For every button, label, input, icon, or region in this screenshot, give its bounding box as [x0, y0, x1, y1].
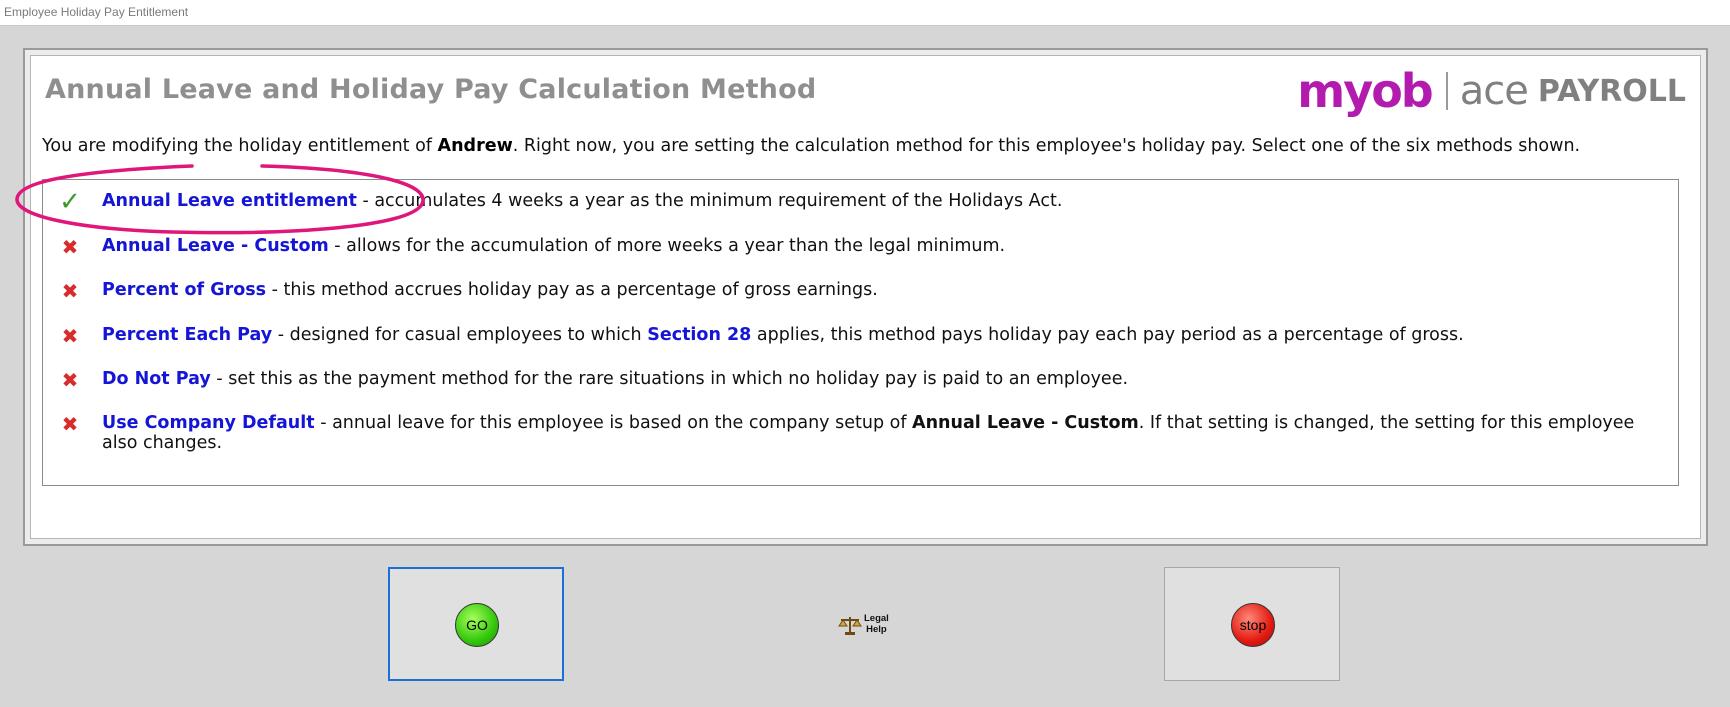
title-bar: Employee Holiday Pay Entitlement	[0, 0, 1730, 26]
option-link-use-company-default[interactable]: Use Company Default	[102, 413, 315, 433]
option-description-post: applies, this method pays holiday pay ea…	[751, 325, 1464, 345]
go-button[interactable]: GO	[388, 567, 564, 681]
legal-help-button[interactable]: Legal Help	[838, 610, 898, 644]
option-link-percent-each-pay[interactable]: Percent Each Pay	[102, 325, 272, 345]
scales-icon	[838, 617, 862, 635]
main-panel: Annual Leave and Holiday Pay Calculation…	[23, 48, 1708, 546]
intro-suffix: . Right now, you are setting the calcula…	[512, 136, 1581, 156]
option-description-pre: - designed for casual employees to which	[272, 325, 648, 345]
option-description: - this method accrues holiday pay as a p…	[266, 280, 878, 300]
payroll-logo-text: PAYROLL	[1537, 73, 1686, 109]
intro-text: You are modifying the holiday entitlemen…	[42, 136, 1580, 156]
option-description: - accumulates 4 weeks a year as the mini…	[356, 191, 1063, 211]
cross-icon: ✖	[61, 412, 79, 436]
company-setup-value: Annual Leave - Custom	[912, 413, 1139, 433]
legal-help-label-1: Legal	[864, 613, 889, 624]
employee-name: Andrew	[437, 136, 513, 156]
option-link-annual-leave-custom[interactable]: Annual Leave - Custom	[102, 236, 329, 256]
option-link-annual-leave-entitlement[interactable]: Annual Leave entitlement	[102, 191, 357, 211]
window-title: Employee Holiday Pay Entitlement	[4, 5, 189, 19]
method-options-list: ✓ Annual Leave entitlement - accumulates…	[42, 179, 1679, 486]
go-label: GO	[466, 617, 488, 633]
page-heading: Annual Leave and Holiday Pay Calculation…	[45, 74, 817, 105]
myob-ace-payroll-logo: myob ace PAYROLL	[1297, 64, 1686, 118]
check-icon: ✓	[59, 187, 81, 217]
stop-icon: stop	[1231, 603, 1275, 647]
logo-divider	[1445, 72, 1448, 110]
option-description-pre: - annual leave for this employee is base…	[314, 413, 913, 433]
ace-logo-text: ace	[1459, 68, 1529, 114]
option-link-do-not-pay[interactable]: Do Not Pay	[102, 369, 211, 389]
legal-help-label-2: Help	[866, 624, 887, 635]
section-28-link[interactable]: Section 28	[647, 325, 751, 345]
cross-icon: ✖	[61, 368, 79, 392]
content-area: Annual Leave and Holiday Pay Calculation…	[30, 55, 1701, 539]
intro-prefix: You are modifying the holiday entitlemen…	[42, 136, 438, 156]
myob-logo-text: myob	[1297, 64, 1433, 118]
go-icon: GO	[455, 603, 499, 647]
stop-button[interactable]: stop	[1164, 567, 1340, 681]
cross-icon: ✖	[61, 324, 79, 348]
option-description: - set this as the payment method for the…	[210, 369, 1129, 389]
option-description: - allows for the accumulation of more we…	[328, 236, 1006, 256]
option-link-percent-of-gross[interactable]: Percent of Gross	[102, 280, 266, 300]
cross-icon: ✖	[61, 235, 79, 259]
stop-label: stop	[1239, 617, 1267, 633]
cross-icon: ✖	[61, 279, 79, 303]
